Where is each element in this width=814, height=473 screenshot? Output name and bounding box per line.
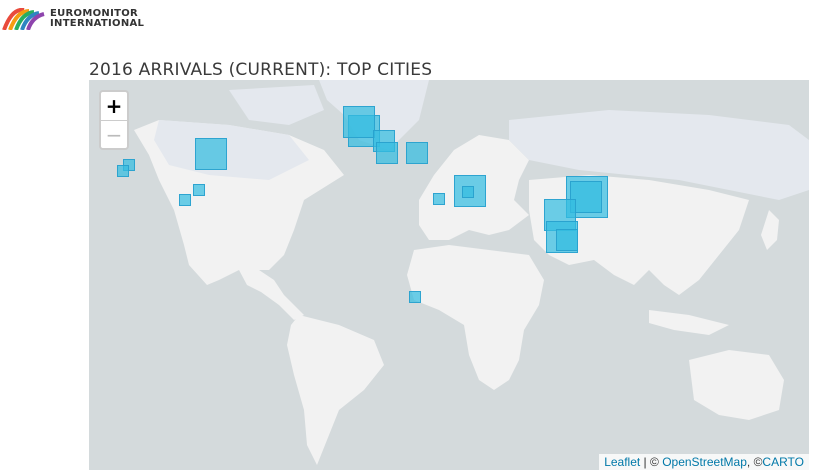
attribution-separator-2: , ©	[746, 455, 763, 469]
zoom-control: + −	[99, 90, 129, 150]
attribution-separator-1: | ©	[640, 455, 663, 469]
euromonitor-logo: EUROMONITOR INTERNATIONAL	[2, 8, 144, 30]
logo-line-2: INTERNATIONAL	[50, 18, 145, 29]
leaflet-link[interactable]: Leaflet	[604, 455, 640, 469]
city-marker-caribbean-8[interactable]	[192, 183, 205, 196]
map-attribution: Leaflet | © OpenStreetMap, ©CARTO	[599, 454, 809, 470]
city-marker-middle-east-11[interactable]	[461, 186, 474, 199]
city-marker-turkey-4[interactable]	[405, 141, 428, 164]
city-marker-southern-africa-18[interactable]	[409, 291, 421, 304]
zoom-out-button[interactable]: −	[101, 121, 127, 149]
zoom-in-button[interactable]: +	[101, 92, 127, 121]
city-marker-north-america-east-5[interactable]	[195, 137, 227, 170]
city-marker-western-europe-1[interactable]	[342, 106, 375, 139]
page-title: 2016 ARRIVALS (CURRENT): TOP CITIES	[89, 60, 433, 80]
openstreetmap-link[interactable]: OpenStreetMap	[662, 455, 747, 469]
city-marker-north-america-west-7[interactable]	[116, 164, 129, 177]
city-marker-middle-east-12[interactable]	[432, 193, 445, 206]
city-marker-mexico-9[interactable]	[179, 193, 192, 206]
city-marker-southeast-asia-17[interactable]	[555, 229, 578, 252]
world-map[interactable]: + − Leaflet | © OpenStreetMap, ©CARTO	[89, 80, 809, 470]
city-markers-layer	[89, 80, 809, 470]
rainbow-arcs-icon	[2, 8, 45, 30]
carto-link[interactable]: CARTO	[762, 455, 804, 469]
city-marker-southern-europe-3[interactable]	[376, 142, 399, 165]
